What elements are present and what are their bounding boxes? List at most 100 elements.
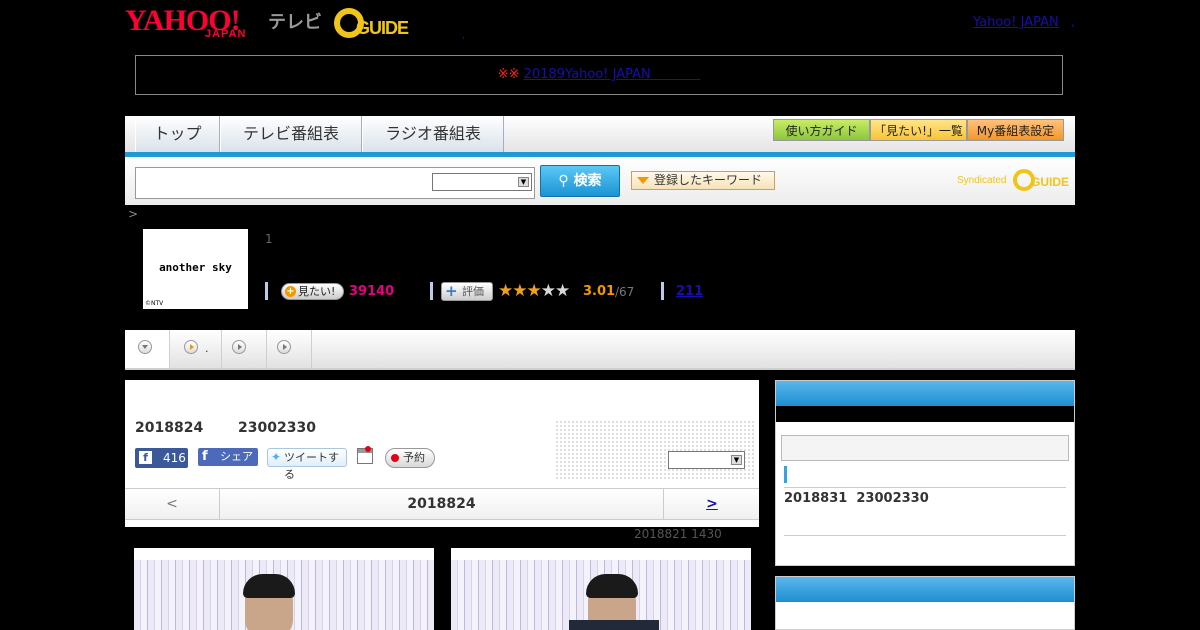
episode-number: 1 — [265, 232, 273, 246]
reserve-label: 予約 — [403, 451, 425, 464]
breadcrumb: > — [128, 207, 139, 221]
main-nav: トップ テレビ番組表 ラジオ番組表 使い方ガイド 「見たい!」一覧 My番組表設… — [125, 116, 1075, 157]
pager-prev[interactable]: < — [125, 489, 220, 519]
notice-link[interactable]: 20189Yahoo! JAPAN — [524, 67, 651, 82]
sidebar-box-2 — [775, 576, 1075, 630]
search-icon: ⚲ — [558, 173, 569, 189]
search-button[interactable]: ⚲ 検索 — [540, 165, 620, 197]
sidebar-header — [776, 381, 1074, 406]
facebook-icon: f — [139, 451, 152, 464]
pager-next[interactable]: > — [663, 489, 760, 519]
tweet-label: ツイートする — [284, 451, 339, 481]
header-link-separator: , — [1071, 16, 1075, 29]
chevron-down-icon: ▼ — [731, 455, 742, 465]
program-thumbnail-title: another sky — [159, 261, 232, 274]
divider — [265, 282, 268, 300]
gguide-logo-text: GUIDE — [356, 18, 409, 38]
next-broadcast-datetime: 2018831 23002330 — [784, 491, 929, 506]
plus-icon: + — [445, 282, 458, 300]
play-icon — [277, 340, 291, 354]
play-icon — [184, 340, 198, 354]
review-count-link[interactable]: 211 — [676, 284, 703, 299]
average-rating: 3.01 — [583, 284, 616, 299]
photo-person-hair — [243, 574, 295, 598]
tab-1-label: . — [205, 342, 209, 355]
wish-list-button[interactable]: 「見たい!」一覧 — [870, 119, 967, 141]
divider — [784, 535, 1066, 536]
divider — [430, 282, 433, 300]
content-tabs: . — [125, 330, 1075, 370]
air-date: 2018824 — [135, 420, 204, 436]
rate-button[interactable]: + 評価 — [441, 282, 493, 301]
sidebar-header — [776, 577, 1074, 602]
program-thumbnail-credit: ©NTV — [145, 300, 164, 307]
record-dot-icon — [391, 454, 399, 462]
star-filled-icon: ★ — [512, 281, 527, 301]
twitter-bird-icon: ✦ — [271, 450, 282, 464]
chevron-down-icon: ▼ — [518, 177, 529, 187]
syndicated-gguide-logo: Syndicated GUIDE — [957, 169, 1069, 197]
want-to-watch-count: 39140 — [349, 284, 395, 299]
star-filled-icon: ★ — [526, 281, 542, 301]
facebook-share-label: シェア — [220, 450, 253, 463]
facebook-like-count: 416 — [163, 451, 186, 465]
yahoo-japan-link[interactable]: Yahoo! JAPAN — [973, 15, 1059, 30]
program-thumbnail[interactable]: another sky ©NTV — [143, 229, 248, 309]
plus-icon: + — [285, 286, 296, 297]
gguide-logo[interactable]: GUIDE — [334, 8, 430, 40]
nav-tab-radio-listings[interactable]: ラジオ番組表 — [362, 116, 504, 152]
nav-tab-top[interactable]: トップ — [135, 116, 220, 152]
photo-person-suit — [569, 620, 659, 630]
tweet-button[interactable]: ✦ ツイートする — [267, 448, 347, 481]
updated-timestamp: 2018821 1430 — [634, 527, 722, 541]
tab-3[interactable] — [267, 330, 312, 368]
episode-select[interactable]: ▼ — [668, 451, 745, 469]
triangle-down-icon — [637, 177, 649, 184]
star-rating: ★★★★★ — [498, 281, 570, 301]
sidebar-accent-bar — [784, 466, 787, 483]
facebook-icon: f — [202, 449, 208, 464]
sidebar-subheader — [776, 406, 1074, 422]
yahoo-japan-logo-text: JAPAN — [205, 28, 247, 40]
reserve-recording-button[interactable]: 予約 — [385, 448, 435, 468]
tab-2[interactable] — [222, 330, 267, 368]
tv-logo[interactable]: テレビ — [268, 8, 322, 34]
facebook-share-button[interactable]: f シェア — [198, 448, 258, 466]
episode-photo-1[interactable] — [134, 548, 434, 630]
star-empty-icon: ★ — [555, 281, 570, 301]
episode-photo-2[interactable] — [451, 548, 751, 630]
next-broadcast-time: 23002330 — [856, 491, 929, 506]
my-listings-button[interactable]: My番組表設定 — [967, 119, 1064, 141]
notice-mark: ※※ — [497, 67, 520, 82]
search-category-select[interactable]: ▼ — [432, 173, 532, 191]
saved-keywords-label: 登録したキーワード — [654, 173, 763, 187]
divider — [661, 282, 664, 300]
tab-collapse[interactable] — [125, 330, 170, 368]
episode-pager: < 2018824 > — [125, 488, 759, 520]
notice-link-underline[interactable] — [651, 67, 701, 82]
pager-current: 2018824 — [407, 496, 476, 512]
air-time: 23002330 — [238, 420, 316, 436]
rating-count: /67 — [615, 285, 635, 299]
want-to-watch-button[interactable]: + 見たい! — [281, 283, 344, 300]
halftone-decoration — [555, 420, 755, 480]
header-dot: , — [462, 30, 466, 41]
tab-1[interactable]: . — [170, 330, 222, 368]
sidebar-next-broadcast: 2018831 23002330 — [775, 380, 1075, 566]
guide-button[interactable]: 使い方ガイド — [773, 119, 870, 141]
sidebar-field — [781, 435, 1069, 461]
search-bar: ▼ ⚲ 検索 登録したキーワード Syndicated GUIDE — [125, 157, 1075, 205]
syndicated-text: Syndicated — [957, 175, 1007, 186]
saved-keywords-button[interactable]: 登録したキーワード — [631, 171, 775, 190]
syndicated-gguide-text: GUIDE — [1031, 175, 1070, 189]
rate-label: 評価 — [462, 285, 484, 298]
facebook-like-button[interactable]: f 416 — [135, 448, 188, 468]
divider — [784, 487, 1066, 488]
next-broadcast-date: 2018831 — [784, 491, 848, 506]
nav-tab-tv-listings[interactable]: テレビ番組表 — [220, 116, 362, 152]
calendar-icon[interactable] — [357, 446, 373, 464]
notice-box: ※※ 20189Yahoo! JAPAN — [135, 55, 1063, 95]
chevron-down-icon — [138, 340, 152, 354]
photo-person-hair — [586, 574, 638, 598]
search-button-label: 検索 — [573, 173, 602, 189]
